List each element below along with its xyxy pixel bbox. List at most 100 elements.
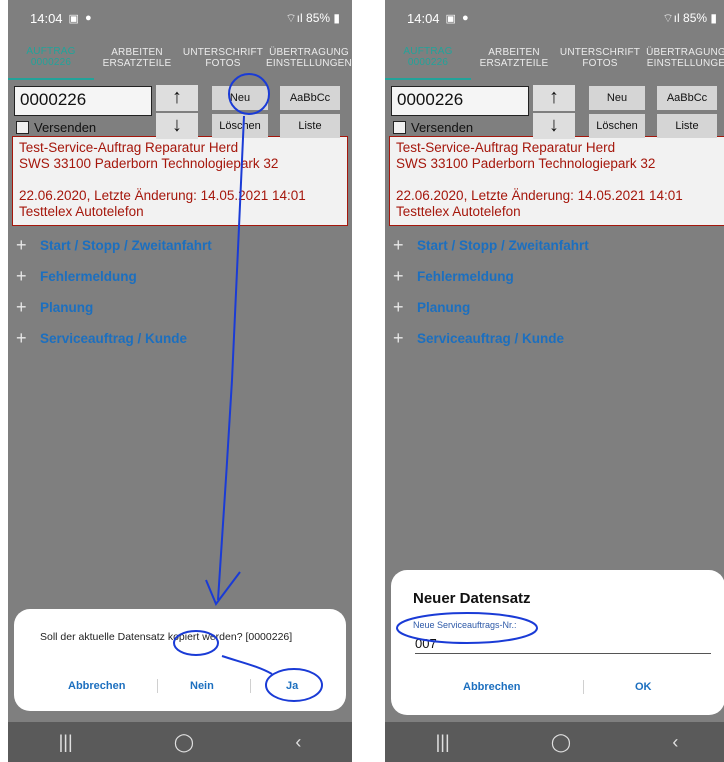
tab-auftrag[interactable]: AUFTRAG 0000226 xyxy=(385,36,471,80)
cancel-button[interactable]: Abbrechen xyxy=(463,681,520,693)
order-date: 22.06.2020, Letzte Änderung: 14.05.2021 … xyxy=(396,188,683,203)
tab-sublabel: EINSTELLUNGE xyxy=(646,58,724,69)
copy-record-dialog: Soll der aktuelle Datensatz kopiert werd… xyxy=(14,609,346,711)
section-fehlermeldung[interactable]: + Fehlermeldung xyxy=(8,261,352,292)
tab-arbeiten[interactable]: ARBEITEN ERSATZTEILE xyxy=(94,36,180,80)
divider xyxy=(583,680,584,694)
previous-record-button[interactable]: ↑ xyxy=(156,85,198,111)
no-button[interactable]: Nein xyxy=(190,680,214,692)
tab-sublabel: ERSATZTEILE xyxy=(102,58,172,69)
tab-sublabel: FOTOS xyxy=(205,58,241,69)
tab-uebertragung[interactable]: ÜBERTRAGUNG EINSTELLUNGEN xyxy=(266,36,352,80)
order-info-box: Test-Service-Auftrag Reparatur Herd SWS … xyxy=(12,136,348,226)
battery-icon: ▮ xyxy=(333,10,340,25)
order-title: Test-Service-Auftrag Reparatur Herd xyxy=(19,140,239,155)
section-serviceauftrag[interactable]: + Serviceauftrag / Kunde xyxy=(8,323,352,354)
section-label: Planung xyxy=(40,300,94,315)
yes-button[interactable]: Ja xyxy=(286,680,298,692)
new-record-dialog: Neuer Datensatz Neue Serviceauftrags-Nr.… xyxy=(391,570,724,715)
tab-sublabel: 0000226 xyxy=(30,57,72,68)
tab-sublabel: ERSATZTEILE xyxy=(479,58,549,69)
tab-sublabel: EINSTELLUNGEN xyxy=(266,58,352,69)
section-planung[interactable]: + Planung xyxy=(385,292,724,323)
tab-label: UNTERSCHRIFT xyxy=(182,47,264,58)
field-label: Neue Serviceauftrags-Nr.: xyxy=(413,620,517,630)
tab-sublabel: 0000226 xyxy=(407,57,449,68)
order-number-input[interactable]: 0000226 xyxy=(14,86,152,116)
cancel-button[interactable]: Abbrechen xyxy=(68,680,125,692)
versenden-checkbox[interactable]: Versenden xyxy=(16,120,96,135)
record-controls: 0000226 Versenden ↑ ↓ Neu AaBbCc Löschen… xyxy=(385,80,724,139)
tab-bar: AUFTRAG 0000226 ARBEITEN ERSATZTEILE UNTER… xyxy=(385,36,724,80)
recent-apps-icon[interactable]: ||| xyxy=(59,732,73,753)
dialog-title: Neuer Datensatz xyxy=(413,590,531,607)
new-button[interactable]: Neu xyxy=(589,86,645,110)
expand-icon: + xyxy=(16,266,27,286)
tab-uebertragung[interactable]: ÜBERTRAGUNG EINSTELLUNGE xyxy=(643,36,724,80)
section-label: Serviceauftrag / Kunde xyxy=(417,331,565,346)
tab-auftrag[interactable]: AUFTRAG 0000226 xyxy=(8,36,94,80)
section-label: Planung xyxy=(417,300,471,315)
home-icon[interactable]: ◯ xyxy=(551,732,571,753)
back-icon[interactable]: ‹ xyxy=(295,732,301,753)
tab-label: UNTERSCHRIFT xyxy=(559,47,641,58)
section-fehlermeldung[interactable]: + Fehlermeldung xyxy=(385,261,724,292)
expand-icon: + xyxy=(393,266,404,286)
expand-icon: + xyxy=(393,235,404,255)
section-start-stopp[interactable]: + Start / Stopp / Zweitanfahrt xyxy=(8,230,352,261)
next-record-button[interactable]: ↓ xyxy=(156,113,198,139)
location-icon: ● xyxy=(84,12,92,24)
expand-icon: + xyxy=(393,328,404,348)
home-icon[interactable]: ◯ xyxy=(174,732,194,753)
expand-icon: + xyxy=(16,235,27,255)
dialog-message: Soll der aktuelle Datensatz kopiert werd… xyxy=(40,631,293,643)
section-serviceauftrag[interactable]: + Serviceauftrag / Kunde xyxy=(385,323,724,354)
previous-record-button[interactable]: ↑ xyxy=(533,85,575,111)
arrowhead-annotation xyxy=(205,571,241,606)
versenden-label: Versenden xyxy=(411,120,474,135)
delete-button[interactable]: Löschen xyxy=(212,114,268,138)
delete-button[interactable]: Löschen xyxy=(589,114,645,138)
tab-sublabel: FOTOS xyxy=(582,58,618,69)
tab-unterschrift[interactable]: UNTERSCHRIFT FOTOS xyxy=(180,36,266,80)
phone-screen-right: 14:04 ▣ ● ⌔ıl 85% ▮ AUFTRAG 0000226 ARBEI… xyxy=(385,0,724,762)
ok-button[interactable]: OK xyxy=(635,681,652,693)
divider xyxy=(250,679,251,693)
expand-icon: + xyxy=(16,328,27,348)
font-button[interactable]: AaBbCc xyxy=(280,86,340,110)
list-button[interactable]: Liste xyxy=(657,114,717,138)
font-button[interactable]: AaBbCc xyxy=(657,86,717,110)
tab-label: ARBEITEN xyxy=(111,47,163,58)
new-button[interactable]: Neu xyxy=(212,86,268,110)
section-start-stopp[interactable]: + Start / Stopp / Zweitanfahrt xyxy=(385,230,724,261)
order-info-box: Test-Service-Auftrag Reparatur Herd SWS … xyxy=(389,136,724,226)
section-planung[interactable]: + Planung xyxy=(8,292,352,323)
android-nav-bar: ||| ◯ ‹ xyxy=(8,722,352,762)
status-bar: 14:04 ▣ ● ⌔ıl 85% ▮ xyxy=(8,0,352,36)
android-nav-bar: ||| ◯ ‹ xyxy=(385,722,724,762)
recent-apps-icon[interactable]: ||| xyxy=(436,732,450,753)
next-record-button[interactable]: ↓ xyxy=(533,113,575,139)
tab-arbeiten[interactable]: ARBEITEN ERSATZTEILE xyxy=(471,36,557,80)
order-title: Test-Service-Auftrag Reparatur Herd xyxy=(396,140,616,155)
tab-label: ARBEITEN xyxy=(488,47,540,58)
section-label: Fehlermeldung xyxy=(40,269,137,284)
service-order-number-input[interactable]: 007 xyxy=(415,636,711,654)
expand-icon: + xyxy=(16,297,27,317)
tab-label: AUFTRAG xyxy=(403,46,453,57)
versenden-checkbox[interactable]: Versenden xyxy=(393,120,473,135)
tab-label: AUFTRAG xyxy=(26,46,76,57)
order-address: SWS 33100 Paderborn Technologiepark 32 xyxy=(19,156,279,171)
gallery-icon: ▣ xyxy=(68,12,79,25)
checkbox-box[interactable] xyxy=(16,121,29,134)
versenden-label: Versenden xyxy=(34,120,97,135)
order-number-input[interactable]: 0000226 xyxy=(391,86,529,116)
tab-unterschrift[interactable]: UNTERSCHRIFT FOTOS xyxy=(557,36,643,80)
back-icon[interactable]: ‹ xyxy=(672,732,678,753)
order-address: SWS 33100 Paderborn Technologiepark 32 xyxy=(396,156,656,171)
list-button[interactable]: Liste xyxy=(280,114,340,138)
order-contact: Testtelex Autotelefon xyxy=(396,204,521,219)
tab-label: ÜBERTRAGUNG xyxy=(646,47,724,58)
checkbox-box[interactable] xyxy=(393,121,406,134)
signal-icon: ⌔ıl xyxy=(285,10,307,25)
